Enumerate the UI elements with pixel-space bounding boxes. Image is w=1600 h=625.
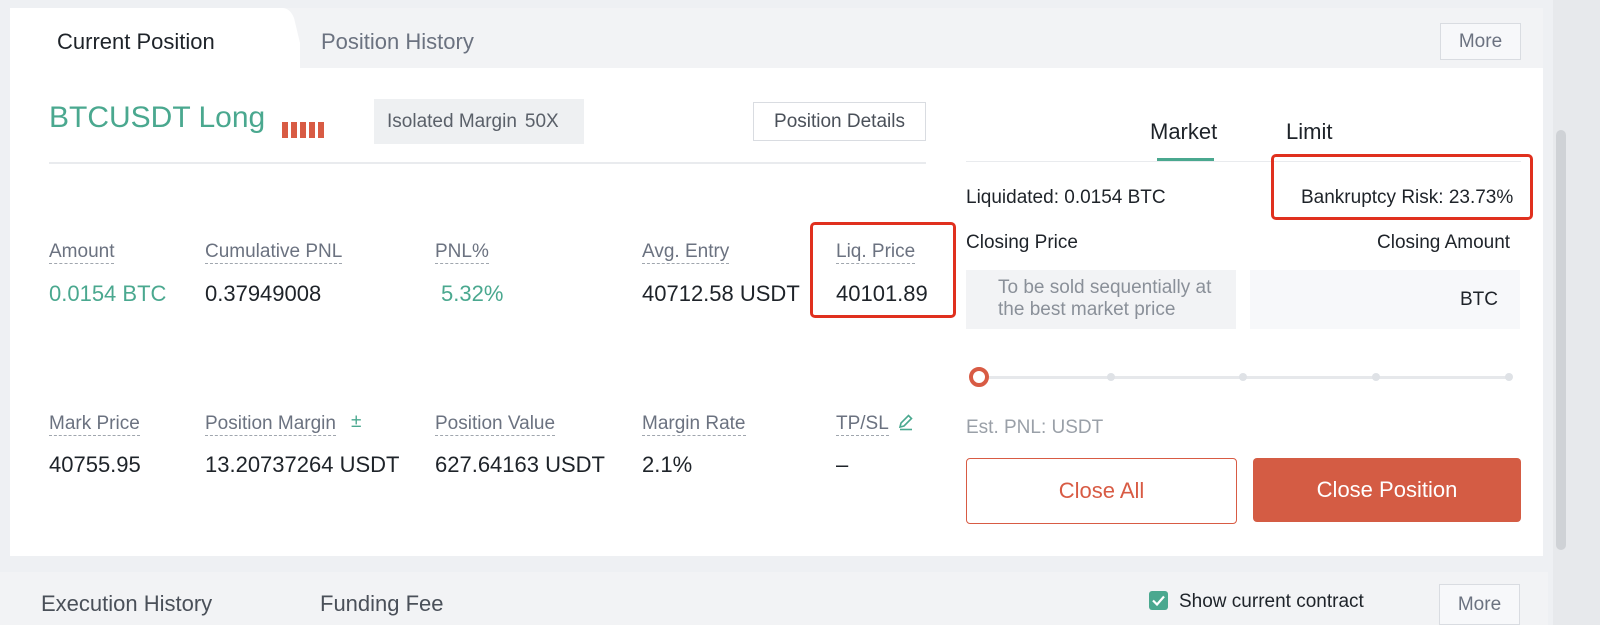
position-margin-label[interactable]: Position Margin	[205, 413, 336, 436]
slider-step-25[interactable]	[1107, 373, 1115, 381]
position-value-value: 627.64163 USDT	[435, 452, 605, 477]
show-current-contract-checkbox[interactable]	[1149, 591, 1168, 610]
slider-step-50[interactable]	[1239, 373, 1247, 381]
history-more-button[interactable]: More	[1439, 584, 1520, 625]
pnl-pct-value: 5.32%	[441, 281, 504, 306]
position-value-label[interactable]: Position Value	[435, 413, 556, 436]
history-tabbar: Execution History Funding Fee Show curre…	[0, 572, 1548, 625]
amount-value: 0.0154 BTC	[49, 281, 167, 306]
margin-rate-label[interactable]: Margin Rate	[642, 413, 746, 436]
avg-entry-value: 40712.58 USDT	[642, 281, 800, 306]
margin-mode-badge: Isolated Margin 50X	[374, 99, 584, 144]
position-symbol: BTCUSDT Long	[49, 101, 266, 134]
position-panel: Current Position Position History More B…	[10, 8, 1543, 556]
bankruptcy-risk-highlight	[1271, 154, 1533, 220]
tab-funding-fee[interactable]: Funding Fee	[320, 591, 444, 617]
leverage-label: 50X	[524, 111, 559, 132]
tab-market[interactable]: Market	[1150, 119, 1217, 145]
closing-price-label: Closing Price	[966, 232, 1078, 253]
adjust-margin-icon[interactable]: ±	[351, 411, 361, 433]
check-icon	[1152, 595, 1165, 607]
avg-entry-label[interactable]: Avg. Entry	[642, 241, 730, 264]
margin-mode-label: Isolated Margin	[387, 111, 517, 132]
amount-slider-handle[interactable]	[969, 367, 989, 387]
slider-step-75[interactable]	[1372, 373, 1380, 381]
tp-sl-label[interactable]: TP/SL	[836, 413, 889, 436]
cumulative-pnl-value: 0.37949008	[205, 281, 322, 306]
closing-amount-input[interactable]: BTC	[1250, 270, 1520, 329]
position-details-button[interactable]: Position Details	[753, 102, 926, 141]
pencil-icon[interactable]	[897, 413, 915, 436]
tab-execution-history[interactable]: Execution History	[41, 591, 212, 617]
liq-price-highlight	[810, 222, 956, 318]
mark-price-value: 40755.95	[49, 452, 141, 477]
close-all-button[interactable]: Close All	[966, 458, 1237, 524]
amount-label[interactable]: Amount	[49, 241, 115, 264]
tab-position-history[interactable]: Position History	[321, 29, 474, 55]
pnl-pct-label[interactable]: PNL%	[435, 241, 489, 264]
est-pnl-text: Est. PNL: USDT	[966, 417, 1104, 438]
liquidated-text: Liquidated: 0.0154 BTC	[966, 187, 1166, 208]
margin-rate-value: 2.1%	[642, 452, 693, 477]
position-margin-value: 13.20737264 USDT	[205, 452, 400, 477]
closing-price-field: To be sold sequentially at the best mark…	[966, 270, 1236, 329]
close-position-button[interactable]: Close Position	[1253, 458, 1521, 522]
scrollbar-thumb[interactable]	[1556, 130, 1566, 550]
show-current-contract-label[interactable]: Show current contract	[1179, 591, 1364, 613]
tab-current-position-label: Current Position	[57, 29, 215, 54]
leverage-risk-bars	[282, 122, 324, 138]
position-tabbar: Current Position Position History More	[10, 8, 1543, 68]
header-divider	[49, 162, 926, 164]
more-button[interactable]: More	[1440, 23, 1521, 60]
cumulative-pnl-label[interactable]: Cumulative PNL	[205, 241, 343, 264]
mark-price-label[interactable]: Mark Price	[49, 413, 140, 436]
tab-limit[interactable]: Limit	[1286, 119, 1332, 145]
tp-sl-value: –	[836, 452, 849, 477]
tab-current-position[interactable]: Current Position	[10, 8, 300, 68]
closing-amount-label: Closing Amount	[1377, 232, 1511, 253]
slider-step-100[interactable]	[1505, 373, 1513, 381]
